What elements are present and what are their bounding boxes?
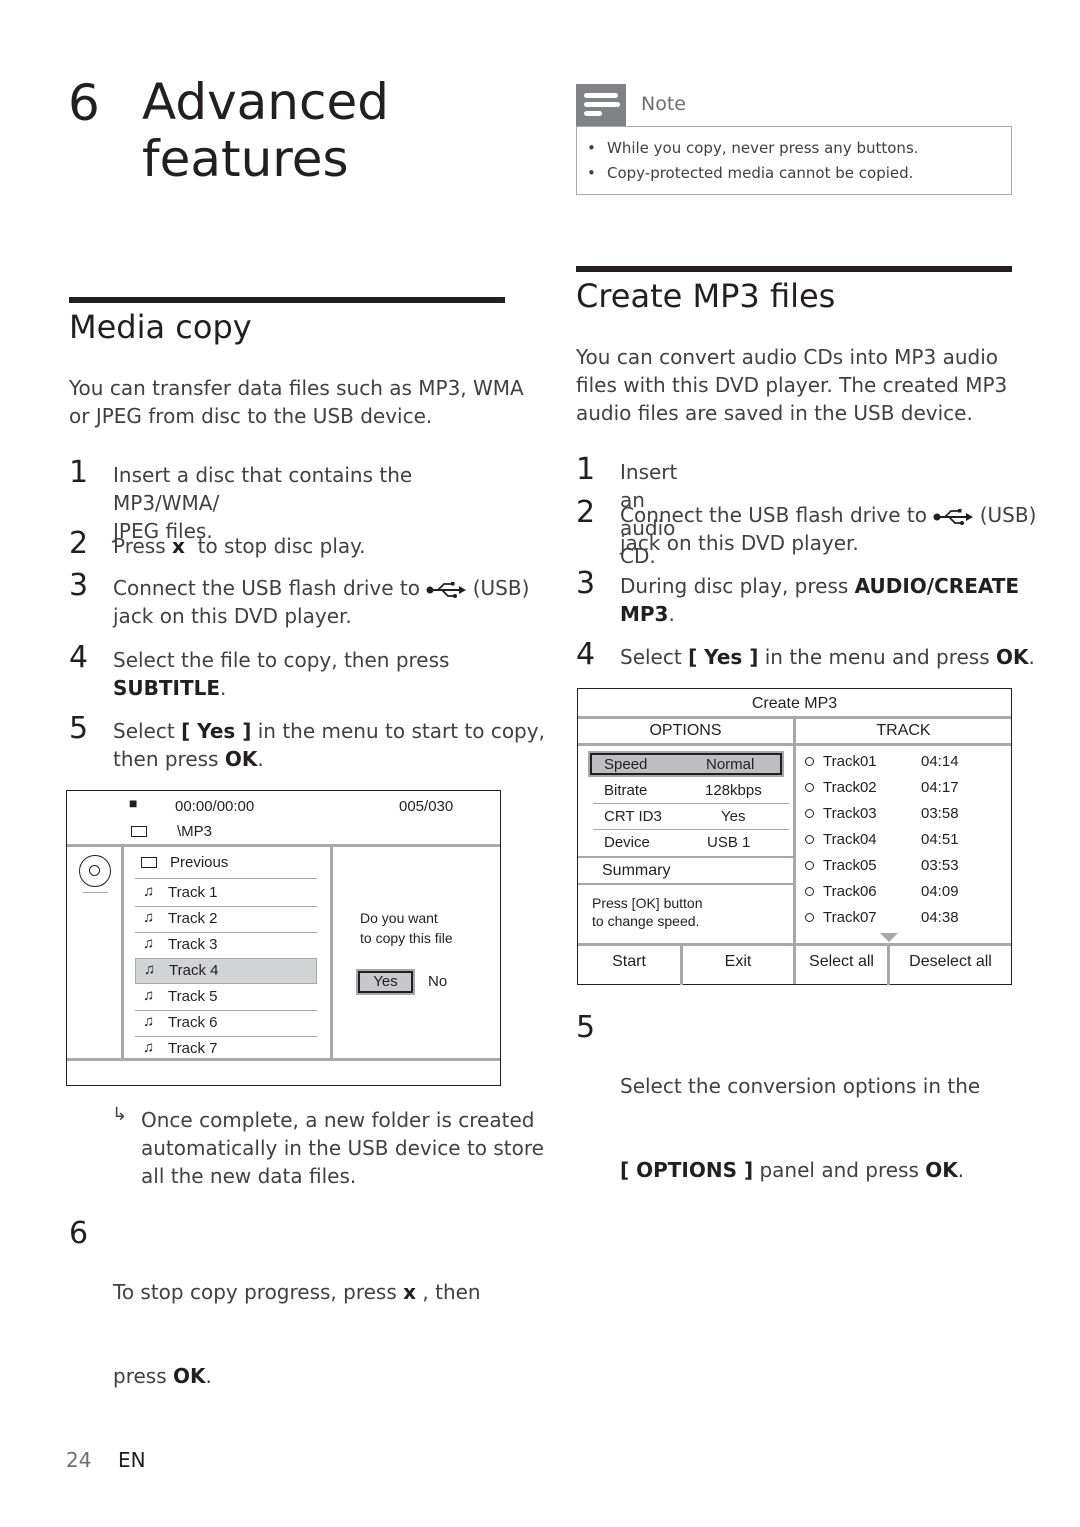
- create-mp3-title: Create MP3 files: [576, 277, 836, 315]
- yes-button[interactable]: Yes: [358, 971, 413, 993]
- note-item: • While you copy, never press any buttons…: [587, 139, 919, 157]
- music-note-icon: ♫: [144, 961, 156, 978]
- select-all-button[interactable]: Select all: [796, 953, 887, 971]
- media-copy-title: Media copy: [69, 308, 252, 346]
- page-language: EN: [118, 1448, 146, 1472]
- track-name: Track01: [823, 753, 877, 770]
- note-item: • Copy-protected media cannot be copied.: [587, 164, 914, 182]
- section-rule: [576, 266, 1012, 272]
- track-name: Track07: [823, 909, 877, 926]
- result-text: Once complete, a new folder is created a…: [141, 1108, 544, 1188]
- track-item[interactable]: ♫ Track 3: [135, 933, 317, 957]
- chapter-title: Advanced features: [142, 74, 389, 188]
- folder-icon: [131, 826, 147, 837]
- music-note-icon: ♫: [143, 1039, 155, 1056]
- summary-label: Summary: [602, 862, 671, 879]
- music-note-icon: ♫: [143, 909, 155, 926]
- track-duration: 04:38: [921, 909, 959, 926]
- folder-icon: [141, 857, 157, 868]
- track-item[interactable]: ♫ Track 1: [135, 881, 317, 907]
- scroll-down-arrow-icon[interactable]: [880, 933, 898, 942]
- options-header: OPTIONS: [649, 722, 722, 739]
- track-duration: 04:17: [921, 779, 959, 796]
- music-note-icon: ♫: [143, 935, 155, 952]
- radio-unchecked-icon[interactable]: [805, 835, 814, 844]
- radio-unchecked-icon[interactable]: [805, 809, 814, 818]
- chapter-number: 6: [68, 74, 100, 132]
- track-item[interactable]: ♫ Track 6: [135, 1011, 317, 1037]
- track-name: Track02: [823, 779, 877, 796]
- track-item[interactable]: ♫ Track 5: [135, 985, 317, 1011]
- track-item-selected[interactable]: ♫ Track 4: [135, 958, 317, 984]
- stop-key: x: [172, 534, 185, 558]
- create-mp3-screen: Create MP3 OPTIONS TRACK Speed Normal Bi…: [577, 688, 1012, 985]
- file-counter: 005/030: [399, 798, 454, 815]
- track-name: Track03: [823, 805, 877, 822]
- section-rule: [69, 297, 505, 303]
- exit-button[interactable]: Exit: [683, 953, 793, 971]
- start-button[interactable]: Start: [578, 953, 680, 971]
- track-header: TRACK: [876, 722, 931, 739]
- time-display: 00:00/00:00: [175, 798, 255, 815]
- music-note-icon: ♫: [143, 883, 155, 900]
- option-speed-selected[interactable]: Speed Normal: [590, 753, 782, 775]
- chapter-title-line2: features: [142, 130, 349, 188]
- track-name: Track06: [823, 883, 877, 900]
- stop-key: x: [403, 1280, 417, 1304]
- radio-unchecked-icon[interactable]: [805, 861, 814, 870]
- track-name: Track04: [823, 831, 877, 848]
- no-button[interactable]: No: [428, 973, 447, 990]
- music-note-icon: ♫: [143, 1013, 155, 1030]
- deselect-all-button[interactable]: Deselect all: [890, 953, 1011, 971]
- track-duration: 03:53: [921, 857, 959, 874]
- track-duration: 04:09: [921, 883, 959, 900]
- stop-icon: ■: [129, 795, 138, 811]
- hint-text: Press [OK] button to change speed.: [592, 895, 703, 929]
- track-item[interactable]: ♫ Track 7: [135, 1037, 317, 1057]
- radio-unchecked-icon[interactable]: [805, 887, 814, 896]
- disc-icon: [79, 855, 111, 887]
- radio-unchecked-icon[interactable]: [805, 783, 814, 792]
- music-note-icon: ♫: [143, 987, 155, 1004]
- copy-prompt: Do you want to copy this file: [360, 910, 453, 946]
- track-item[interactable]: ♫ Track 2: [135, 907, 317, 933]
- note-box: • While you copy, never press any buttons…: [576, 126, 1012, 195]
- media-copy-intro: You can transfer data files such as MP3,…: [69, 376, 524, 428]
- page-number: 24: [66, 1448, 92, 1472]
- usb-icon: [426, 581, 467, 598]
- track-duration: 04:14: [921, 753, 959, 770]
- note-lines-icon: [576, 84, 626, 126]
- create-mp3-intro: You can convert audio CDs into MP3 audio…: [576, 345, 1008, 425]
- radio-unchecked-icon[interactable]: [805, 757, 814, 766]
- usb-icon: [933, 508, 974, 525]
- radio-unchecked-icon[interactable]: [805, 913, 814, 922]
- chapter-title-line1: Advanced: [142, 73, 389, 131]
- screen-title: Create MP3: [751, 695, 838, 712]
- previous-item[interactable]: Previous: [170, 854, 228, 871]
- track-name: Track05: [823, 857, 877, 874]
- track-duration: 03:58: [921, 805, 959, 822]
- folder-path: \MP3: [177, 823, 213, 840]
- track-duration: 04:51: [921, 831, 959, 848]
- result-arrow-icon: ↳: [112, 1104, 128, 1125]
- copy-screen: ■ 00:00/00:00 005/030 \MP3 Previous ♫ Tra…: [66, 790, 501, 1086]
- note-label: Note: [641, 93, 686, 115]
